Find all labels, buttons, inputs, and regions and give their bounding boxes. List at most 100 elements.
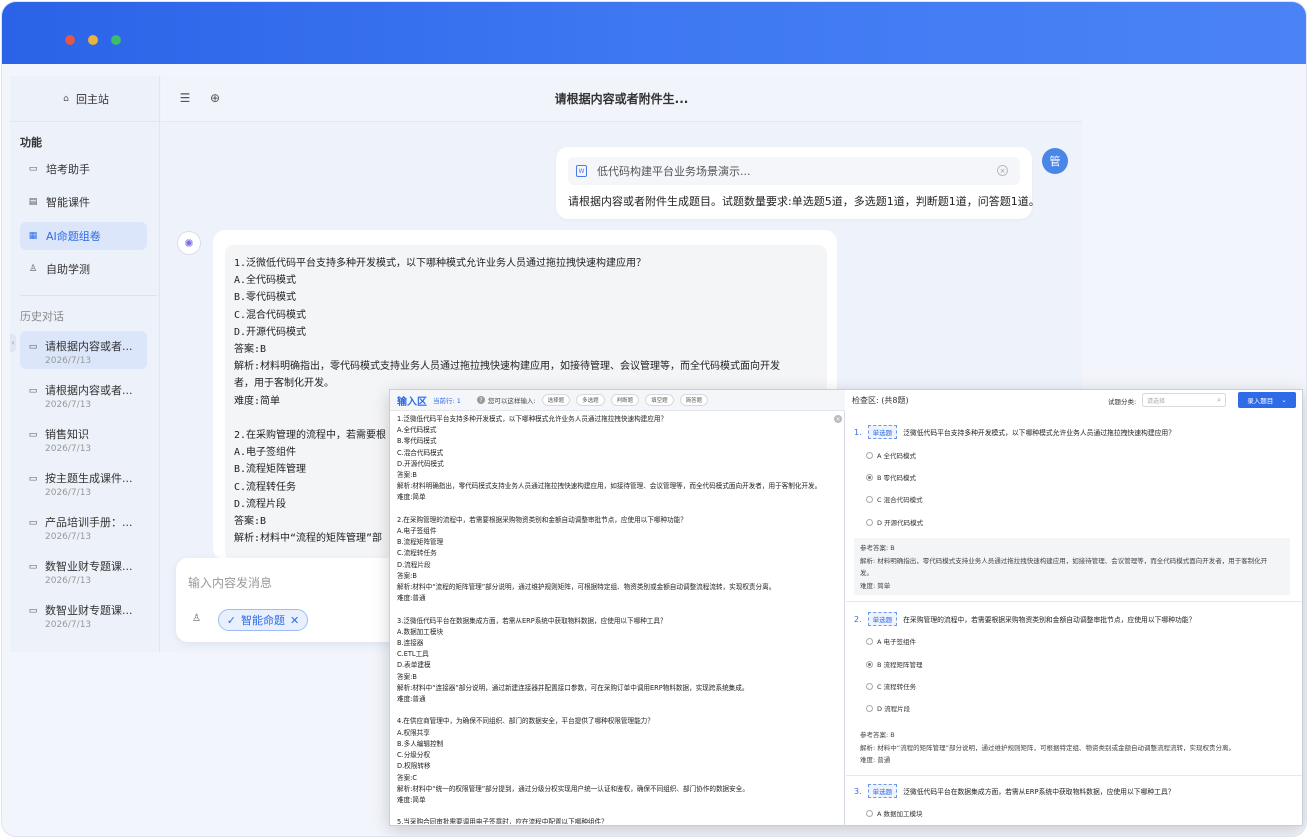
option[interactable]: A 数据加工模块 (866, 808, 923, 818)
text-line: 答案:C (397, 773, 418, 782)
analysis-continued: 发。 (860, 569, 873, 577)
text-line: D.流程片段 (397, 560, 431, 569)
type-button[interactable]: 简答题 (679, 394, 709, 406)
nav-item-self-test[interactable]: ♙ 自助学测 (20, 255, 147, 283)
check-area-title: 检查区: (共8题) (852, 396, 909, 405)
nav-item-exam-assistant[interactable]: ▭ 培考助手 (20, 155, 147, 183)
question-number: 2. (854, 614, 862, 624)
sidebar: ⌂ 回主站 功能 ▭ 培考助手 ▤ 智能课件 ▦ AI命题组卷 ♙ 自助学测 历… (10, 76, 160, 652)
option-label: A 电子签组件 (877, 638, 917, 646)
text-line: 1.泛微低代码平台支持多种开发模式，以下哪种模式允许业务人员通过拖拉拽快速构建应… (397, 415, 668, 423)
attachment-name: 低代码构建平台业务场景演示... (597, 165, 751, 178)
history-title-text: 按主题生成课件... (45, 472, 133, 485)
enter-button-label: 录入题目 (1247, 397, 1274, 405)
smart-question-chip[interactable]: ✓ 智能命题 ✕ (218, 609, 308, 631)
text-line: A.权限共享 (397, 728, 430, 737)
collapse-sidebar-handle[interactable]: ‹ (10, 334, 16, 352)
chevron-down-icon: ⌄ (1281, 396, 1287, 404)
history-item[interactable]: ▭ 按主题生成课件... 2026/7/13 (20, 463, 147, 501)
text-line: 解析:材料明确指出，零代码模式支持业务人员通过拖拉拽快速构建应用，如接待管理、会… (397, 482, 822, 491)
type-button[interactable]: 判断题 (610, 394, 640, 406)
history-date: 2026/7/13 (45, 400, 92, 410)
category-placeholder: 请选择 (1147, 397, 1166, 405)
chip-close-icon[interactable]: ✕ (290, 614, 299, 627)
radio[interactable] (866, 495, 873, 503)
text-line: A.数据加工模块 (397, 627, 444, 636)
option[interactable]: A 电子签组件 (866, 636, 916, 646)
word-doc-icon: W (576, 165, 587, 177)
text-line: C.ETL工具 (397, 650, 429, 659)
radio[interactable] (866, 660, 873, 668)
type-button[interactable]: 选择题 (541, 394, 571, 406)
bot-avatar-icon: ✺ (177, 231, 201, 255)
reference-answer: 参考答案: B (860, 731, 895, 739)
option[interactable]: B 零代码模式 (866, 472, 916, 482)
option-label: A 数据加工模块 (877, 810, 923, 818)
reference-box: 参考答案: B 解析: 材料明确指出，零代码模式支持业务人员通过拖拉拽快速构建应… (854, 538, 1290, 595)
history-date: 2026/7/13 (45, 444, 92, 454)
text-line: A.电子签组件 (397, 527, 437, 536)
radio[interactable] (866, 451, 873, 459)
option-label: D 流程片段 (877, 705, 911, 713)
minimize-window-button[interactable] (88, 35, 98, 45)
history-item[interactable]: ▭ 数智业财专题课... 2026/7/13 (20, 595, 147, 633)
radio[interactable] (866, 518, 873, 526)
chat-icon: ▭ (28, 164, 38, 174)
question-editor-panel: 输入区 当前行: 1 ? 您可以这样输入: 选择题 多选题 判断题 填空题 简答题… (389, 389, 1303, 826)
home-label: 回主站 (76, 92, 109, 106)
history-item[interactable]: ▭ 销售知识 2026/7/13 (20, 419, 147, 457)
option[interactable]: C 混合代码模式 (866, 494, 923, 504)
text-line: B.零代码模式 (234, 292, 297, 304)
radio[interactable] (866, 809, 873, 817)
close-window-button[interactable] (65, 35, 75, 45)
attachment-card[interactable]: W 低代码构建平台业务场景演示... × (568, 157, 1020, 185)
type-button[interactable]: 多选题 (576, 394, 605, 406)
text-line: 2.在采购管理的流程中，若需要根据采购物资类别和金额自动调整审批节点，应使用以下… (397, 515, 687, 524)
text-line: 答案:B (397, 672, 417, 681)
text-line: 解析:材料中“统一的权限管理”部分提到，通过分级分权实现用户统一认证和鉴权，确保… (397, 784, 749, 793)
question-type-tag: 单选题 (867, 425, 898, 439)
input-area: 输入区 当前行: 1 ? 您可以这样输入: 选择题 多选题 判断题 填空题 简答题… (390, 390, 845, 825)
option[interactable]: B 流程矩阵管理 (866, 659, 923, 669)
chat-header: ☰ ⊕ 请根据内容或者附件生... (161, 76, 1082, 122)
persona-icon[interactable]: ♙ (192, 613, 204, 625)
question-number: 1. (854, 427, 862, 437)
hint-text: 您可以这样输入: (487, 397, 536, 405)
option-label: C 流程转任务 (877, 683, 917, 691)
text-line: 3.泛微低代码平台在数据集成方面，若需从ERP系统中获取物料数据，应使用以下哪种… (397, 616, 667, 625)
clear-input-icon[interactable]: × (834, 415, 842, 423)
maximize-window-button[interactable] (111, 35, 121, 45)
text-line: D.开源代码模式 (234, 326, 307, 338)
type-button[interactable]: 填空题 (645, 394, 674, 406)
history-item[interactable]: ▭ 数智业财专题课... 2026/7/13 (20, 551, 147, 589)
option[interactable]: C 流程转任务 (866, 681, 916, 691)
search-icon: ⌕ (1217, 396, 1221, 404)
message-input[interactable]: 输入内容发消息 (188, 574, 272, 591)
option[interactable]: A 全代码模式 (866, 450, 916, 460)
difficulty: 难度: 简单 (860, 581, 891, 590)
nav-item-ai-question[interactable]: ▦ AI命题组卷 (20, 222, 147, 250)
enter-questions-button[interactable]: 录入题目 ⌄ (1238, 392, 1296, 408)
radio[interactable] (866, 704, 873, 712)
question-text-editor[interactable]: 1.泛微低代码平台支持多种开发模式，以下哪种模式允许业务人员通过拖拉拽快速构建应… (397, 414, 837, 824)
text-line: A.全代码模式 (234, 275, 297, 287)
attachment-close-icon[interactable]: × (997, 165, 1008, 176)
document-icon: ▦ (28, 231, 38, 241)
history-item[interactable]: ▭ 请根据内容或者... 2026/7/13 (20, 331, 147, 369)
option[interactable]: D 流程片段 (866, 703, 910, 713)
text-line (397, 705, 837, 716)
history-item[interactable]: ▭ 产品培训手册：... 2026/7/13 (20, 507, 147, 545)
history-item[interactable]: ▭ 请根据内容或者... 2026/7/13 (20, 375, 147, 413)
home-icon: ⌂ (63, 93, 69, 104)
category-select[interactable]: 请选择 ⌕ (1142, 393, 1226, 407)
nav-item-smart-courseware[interactable]: ▤ 智能课件 (20, 188, 147, 216)
radio[interactable] (866, 473, 873, 481)
question-divider (846, 601, 1302, 602)
home-link[interactable]: ⌂ 回主站 (10, 76, 160, 122)
chat-icon: ▭ (28, 518, 38, 528)
radio[interactable] (866, 637, 873, 645)
option[interactable]: D 开源代码模式 (866, 517, 923, 527)
radio[interactable] (866, 682, 873, 690)
question-type-tag: 单选题 (867, 784, 898, 798)
check-area: 检查区: (共8题) 试题分类: 请选择 ⌕ 录入题目 ⌄ 1. 单选题 泛微低… (846, 390, 1302, 825)
